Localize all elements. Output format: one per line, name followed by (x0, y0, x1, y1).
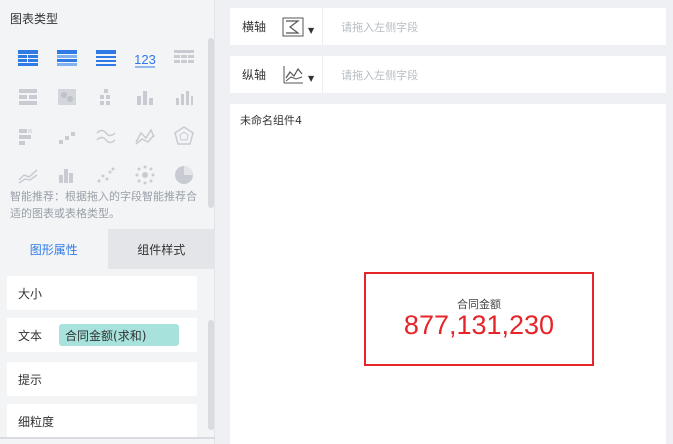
y-axis-divider (322, 56, 324, 93)
table-icon[interactable] (8, 38, 47, 77)
x-axis-chart-type-icon[interactable] (282, 16, 306, 38)
property-granularity-label: 细粒度 (18, 414, 55, 429)
line-wave-icon[interactable] (86, 116, 125, 155)
property-tooltip-label: 提示 (18, 372, 43, 387)
y-axis-label: 纵轴 (242, 68, 267, 82)
heatmap-icon[interactable] (47, 77, 86, 116)
radar-line-icon[interactable] (125, 116, 164, 155)
y-axis-drop-zone[interactable]: 请拖入左侧字段 (341, 67, 418, 83)
component-name[interactable]: 未命名组件4 (240, 112, 302, 128)
kpi-card[interactable]: 合同金额 877,131,230 (364, 272, 594, 366)
x-axis-label: 横轴 (242, 20, 267, 34)
property-granularity[interactable]: 细粒度 (7, 404, 197, 438)
column-chart-icon[interactable] (125, 77, 164, 116)
cross-table-icon[interactable] (47, 38, 86, 77)
grouped-table-icon[interactable] (8, 77, 47, 116)
smart-recommend-tip: 智能推荐：根据拖入的字段智能推荐合适的图表或表格类型。 (10, 190, 197, 220)
kpi-value: 877,131,230 (403, 310, 555, 340)
panel-bottom-divider (0, 437, 215, 439)
stacked-bar-icon[interactable] (8, 116, 47, 155)
property-text[interactable]: 文本 合同金额(求和) (7, 318, 197, 352)
property-tabs: 图形属性 组件样式 (0, 229, 215, 269)
chart-type-grid: 123 (8, 38, 203, 194)
detail-table-icon[interactable] (86, 38, 125, 77)
property-text-label: 文本 (18, 328, 43, 343)
y-axis-chart-type-icon[interactable] (282, 64, 306, 86)
x-axis-bar: 横轴 ▼ 请拖入左侧字段 (230, 8, 666, 45)
chart-type-title: 图表类型 (10, 12, 59, 26)
x-axis-dropdown-caret-icon[interactable]: ▼ (308, 26, 314, 35)
property-scrollbar[interactable] (208, 320, 214, 430)
x-axis-divider (322, 8, 324, 45)
field-tag-contract-amount[interactable]: 合同金额(求和) (59, 324, 180, 346)
property-list: 大小 文本 合同金额(求和) 提示 细粒度 (0, 269, 215, 444)
bar-chart-icon[interactable] (164, 77, 203, 116)
left-panel: 图表类型 123 智能推荐：根据拖入的字段智能推荐合适的图表或表格类型。 图形属… (0, 0, 215, 444)
tab-graphic-properties[interactable]: 图形属性 (0, 229, 108, 269)
property-size[interactable]: 大小 (7, 276, 197, 310)
dot-column-icon[interactable] (86, 77, 125, 116)
tab-component-style[interactable]: 组件样式 (107, 229, 215, 269)
step-chart-icon[interactable] (47, 116, 86, 155)
chart-type-scrollbar[interactable] (208, 38, 214, 208)
kpi-number-icon[interactable]: 123 (125, 38, 164, 77)
x-axis-drop-zone[interactable]: 请拖入左侧字段 (341, 19, 418, 35)
svg-text:123: 123 (134, 52, 156, 67)
component-canvas[interactable]: 未命名组件4 合同金额 877,131,230 (230, 104, 666, 444)
property-size-label: 大小 (18, 286, 43, 301)
y-axis-bar: 纵轴 ▼ 请拖入左侧字段 (230, 56, 666, 93)
radar-icon[interactable] (164, 116, 203, 155)
property-tooltip[interactable]: 提示 (7, 362, 197, 396)
multi-table-icon[interactable] (164, 38, 203, 77)
y-axis-dropdown-caret-icon[interactable]: ▼ (308, 74, 314, 83)
